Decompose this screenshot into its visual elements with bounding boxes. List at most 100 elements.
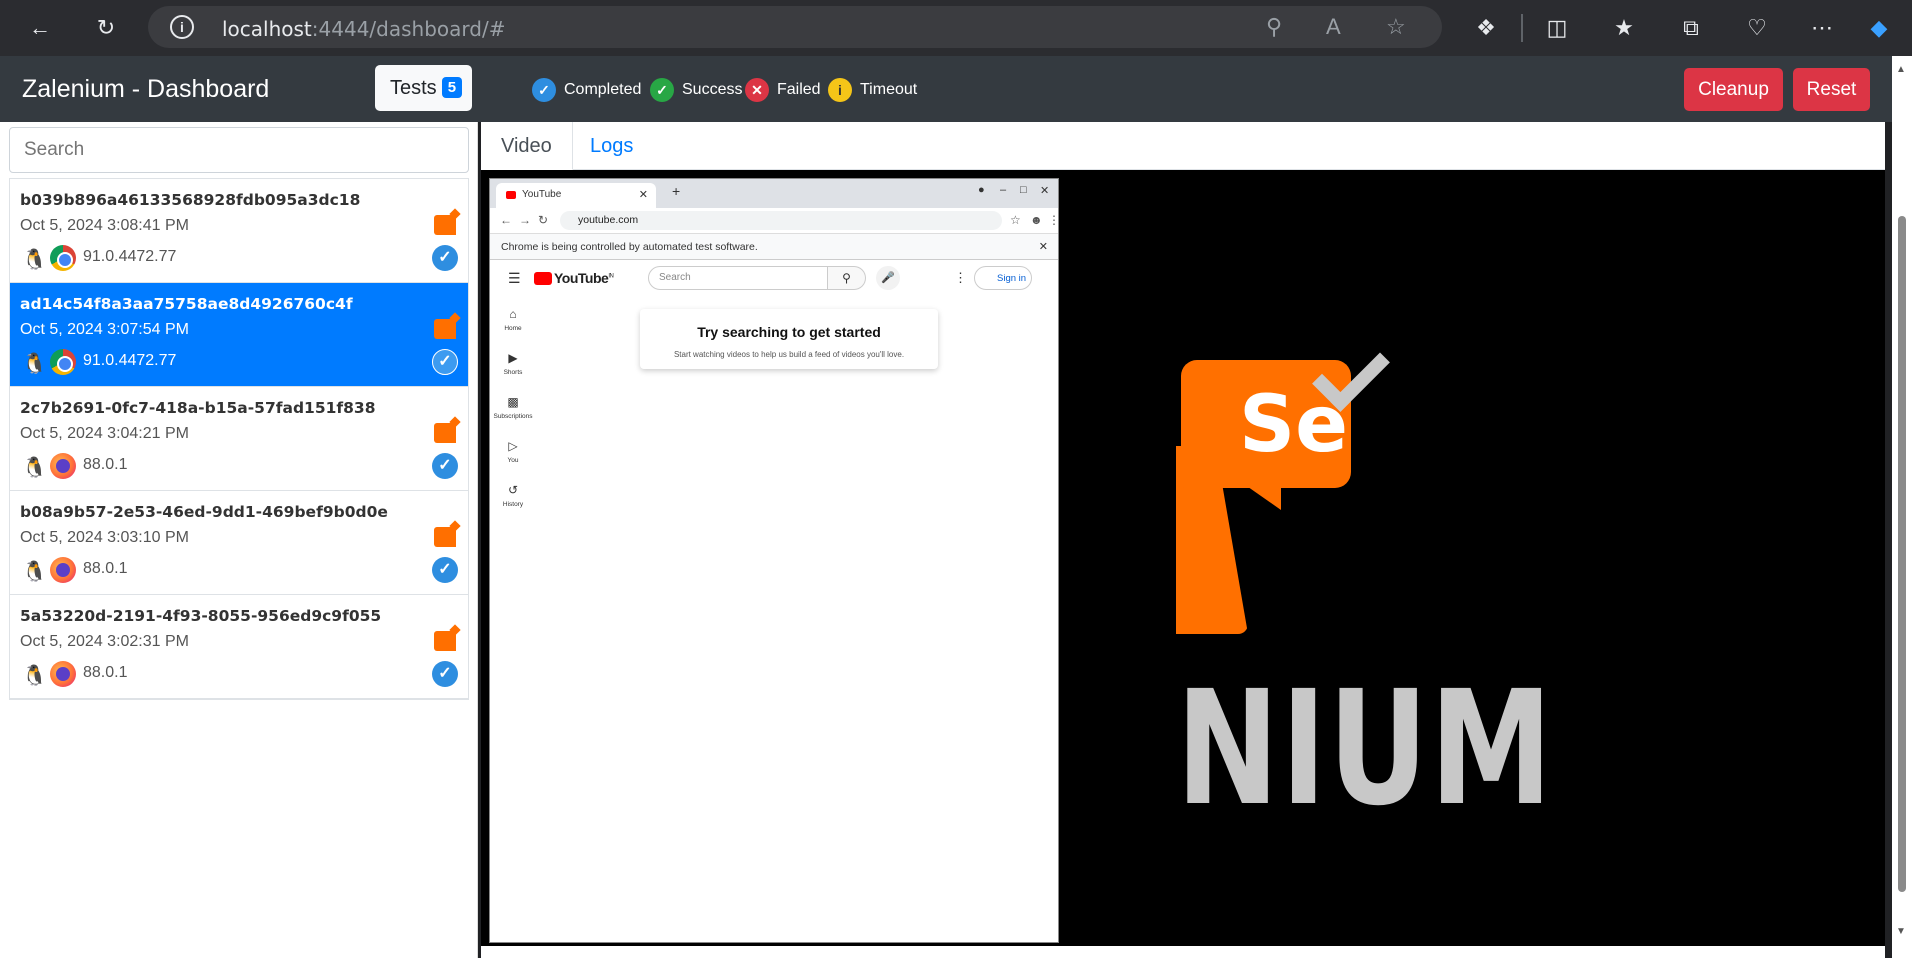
test-id: 5a53220d-2191-4f93-8055-956ed9c9f055 <box>20 607 382 625</box>
browser-essentials-icon[interactable]: ♡ <box>1740 12 1774 44</box>
history-icon: ↺ <box>507 483 519 497</box>
recorded-address-bar: ← → ↻ youtube.com ☆ ☻ ⋮ <box>490 208 1060 234</box>
linux-icon: 🐧 <box>22 561 47 583</box>
back-arrow-icon: ← <box>500 213 512 227</box>
test-list-item[interactable]: 5a53220d-2191-4f93-8055-956ed9c9f055 Oct… <box>10 595 468 699</box>
completed-check-icon: ✓ <box>432 557 458 583</box>
zoom-out-icon[interactable]: ⚲ <box>1266 14 1282 40</box>
completed-check-icon: ✓ <box>432 661 458 687</box>
completed-check-icon: ✓ <box>432 245 458 271</box>
record-icon: ● <box>978 184 985 196</box>
microphone-icon: 🎤 <box>876 266 900 290</box>
search-input[interactable] <box>9 127 469 173</box>
site-info-icon[interactable]: i <box>170 15 194 39</box>
tab-logs[interactable]: Logs <box>570 122 653 170</box>
close-info-icon: ✕ <box>1038 241 1048 253</box>
test-list-item[interactable]: b08a9b57-2e53-46ed-9dd1-469bef9b0d0e Oct… <box>10 491 468 595</box>
firefox-icon <box>50 661 76 687</box>
test-sidebar: b039b896a46133568928fdb095a3dc18 Oct 5, … <box>0 122 478 958</box>
search-icon: ⚲ <box>828 266 866 290</box>
browser-version: 88.0.1 <box>83 456 128 473</box>
cleanup-button[interactable]: Cleanup <box>1684 68 1783 111</box>
favorites-icon[interactable]: ★ <box>1607 12 1641 44</box>
youtube-nav-home: ⌂ Home <box>490 307 536 332</box>
refresh-icon[interactable]: ↻ <box>90 12 122 44</box>
youtube-nav-subscriptions: ▩ Subscriptions <box>490 395 536 420</box>
youtube-search-input: Search <box>648 266 828 290</box>
test-list-item-selected[interactable]: ad14c54f8a3aa75758ae8d4926760c4f Oct 5, … <box>10 283 468 387</box>
collections-icon[interactable]: ⧉ <box>1674 12 1708 44</box>
tab-bar: Video Logs <box>481 122 1885 170</box>
maximize-icon: □ <box>1020 184 1027 196</box>
video-player[interactable]: Se NIUM YouTube ✕ + ● – □ ✕ ← → ↻ youtube… <box>481 170 1885 946</box>
linux-icon: 🐧 <box>22 665 47 687</box>
browser-version: 91.0.4472.77 <box>83 248 177 265</box>
timeout-info-icon: i <box>828 78 852 102</box>
zalenium-logo-text: NIUM <box>1176 657 1554 841</box>
recorded-browser-window: YouTube ✕ + ● – □ ✕ ← → ↻ youtube.com ☆ ☻… <box>489 178 1060 943</box>
selenium-icon <box>434 215 456 235</box>
toolbar-divider <box>1521 14 1523 42</box>
scroll-down-icon[interactable]: ▼ <box>1896 926 1906 937</box>
hamburger-menu-icon: ☰ <box>508 270 521 286</box>
forward-arrow-icon: → <box>519 213 531 227</box>
browser-version: 88.0.1 <box>83 664 128 681</box>
scroll-up-icon[interactable]: ▲ <box>1896 64 1906 75</box>
youtube-signin-button: Sign in <box>974 266 1032 290</box>
extensions-icon[interactable]: ❖ <box>1469 12 1503 44</box>
menu-dots-icon: ⋮ <box>1048 213 1060 227</box>
youtube-favicon-icon <box>506 191 516 199</box>
scrollbar-thumb[interactable] <box>1898 216 1906 892</box>
completed-check-icon: ✓ <box>532 78 556 102</box>
linux-icon: 🐧 <box>22 353 47 375</box>
browser-toolbar: ← ↻ i localhost:4444/dashboard/# ⚲ A ☆ ❖… <box>0 0 1912 56</box>
selenium-icon <box>434 527 456 547</box>
reset-button[interactable]: Reset <box>1793 68 1870 111</box>
test-list: b039b896a46133568928fdb095a3dc18 Oct 5, … <box>9 178 469 700</box>
automation-info-bar: Chrome is being controlled by automated … <box>490 234 1058 260</box>
tab-video[interactable]: Video <box>481 122 573 170</box>
test-id: ad14c54f8a3aa75758ae8d4926760c4f <box>20 295 353 313</box>
you-icon: ▷ <box>508 439 518 453</box>
test-list-item[interactable]: b039b896a46133568928fdb095a3dc18 Oct 5, … <box>10 179 468 283</box>
youtube-header: ☰ YouTubeIN Search ⚲ 🎤 ⋮ Sign in <box>490 260 1058 298</box>
test-date: Oct 5, 2024 3:04:21 PM <box>20 425 189 442</box>
app-header: Zalenium - Dashboard Tests 5 ✓ Completed ✓… <box>0 56 1892 122</box>
completed-check-icon: ✓ <box>432 349 458 375</box>
test-list-item[interactable]: 2c7b2691-0fc7-418a-b15a-57fad151f838 Oct… <box>10 387 468 491</box>
test-id: 2c7b2691-0fc7-418a-b15a-57fad151f838 <box>20 399 376 417</box>
copilot-icon[interactable]: ◆ <box>1862 12 1896 44</box>
test-id: b08a9b57-2e53-46ed-9dd1-469bef9b0d0e <box>20 503 388 521</box>
completed-check-icon: ✓ <box>432 453 458 479</box>
page-scrollbar[interactable]: ▲ ▼ <box>1892 56 1912 958</box>
linux-icon: 🐧 <box>22 249 47 271</box>
tests-button[interactable]: Tests 5 <box>375 65 472 111</box>
back-arrow-icon[interactable]: ← <box>24 12 56 44</box>
home-icon: ⌂ <box>509 307 517 321</box>
read-aloud-icon[interactable]: A <box>1326 14 1341 40</box>
youtube-logo: YouTubeIN <box>534 270 614 286</box>
shorts-icon: ▶ <box>508 351 518 365</box>
card-subtitle: Start watching videos to help us build a… <box>673 350 905 359</box>
tests-count-badge: 5 <box>441 77 463 98</box>
test-id: b039b896a46133568928fdb095a3dc18 <box>20 191 361 209</box>
minimize-icon: – <box>1000 184 1007 196</box>
tests-label: Tests <box>390 77 437 99</box>
browser-version: 91.0.4472.77 <box>83 352 177 369</box>
test-date: Oct 5, 2024 3:07:54 PM <box>20 321 189 338</box>
recorded-url: youtube.com <box>560 211 1002 230</box>
favorite-star-icon[interactable]: ☆ <box>1386 14 1406 40</box>
close-window-icon: ✕ <box>1040 185 1050 197</box>
selenium-logo-tail <box>1241 482 1281 510</box>
url-text[interactable]: localhost:4444/dashboard/# <box>222 17 505 41</box>
legend-timeout: i Timeout <box>828 78 917 102</box>
split-screen-icon[interactable]: ◫ <box>1540 12 1574 44</box>
dashboard-title: Zalenium - Dashboard <box>22 75 270 103</box>
more-menu-icon[interactable]: ⋯ <box>1805 12 1839 44</box>
test-date: Oct 5, 2024 3:03:10 PM <box>20 529 189 546</box>
failed-x-icon: ✕ <box>745 78 769 102</box>
address-bar[interactable]: i localhost:4444/dashboard/# ⚲ A ☆ <box>148 6 1442 48</box>
recorded-tab: YouTube ✕ <box>496 183 656 208</box>
firefox-icon <box>50 557 76 583</box>
youtube-play-icon <box>534 272 552 285</box>
